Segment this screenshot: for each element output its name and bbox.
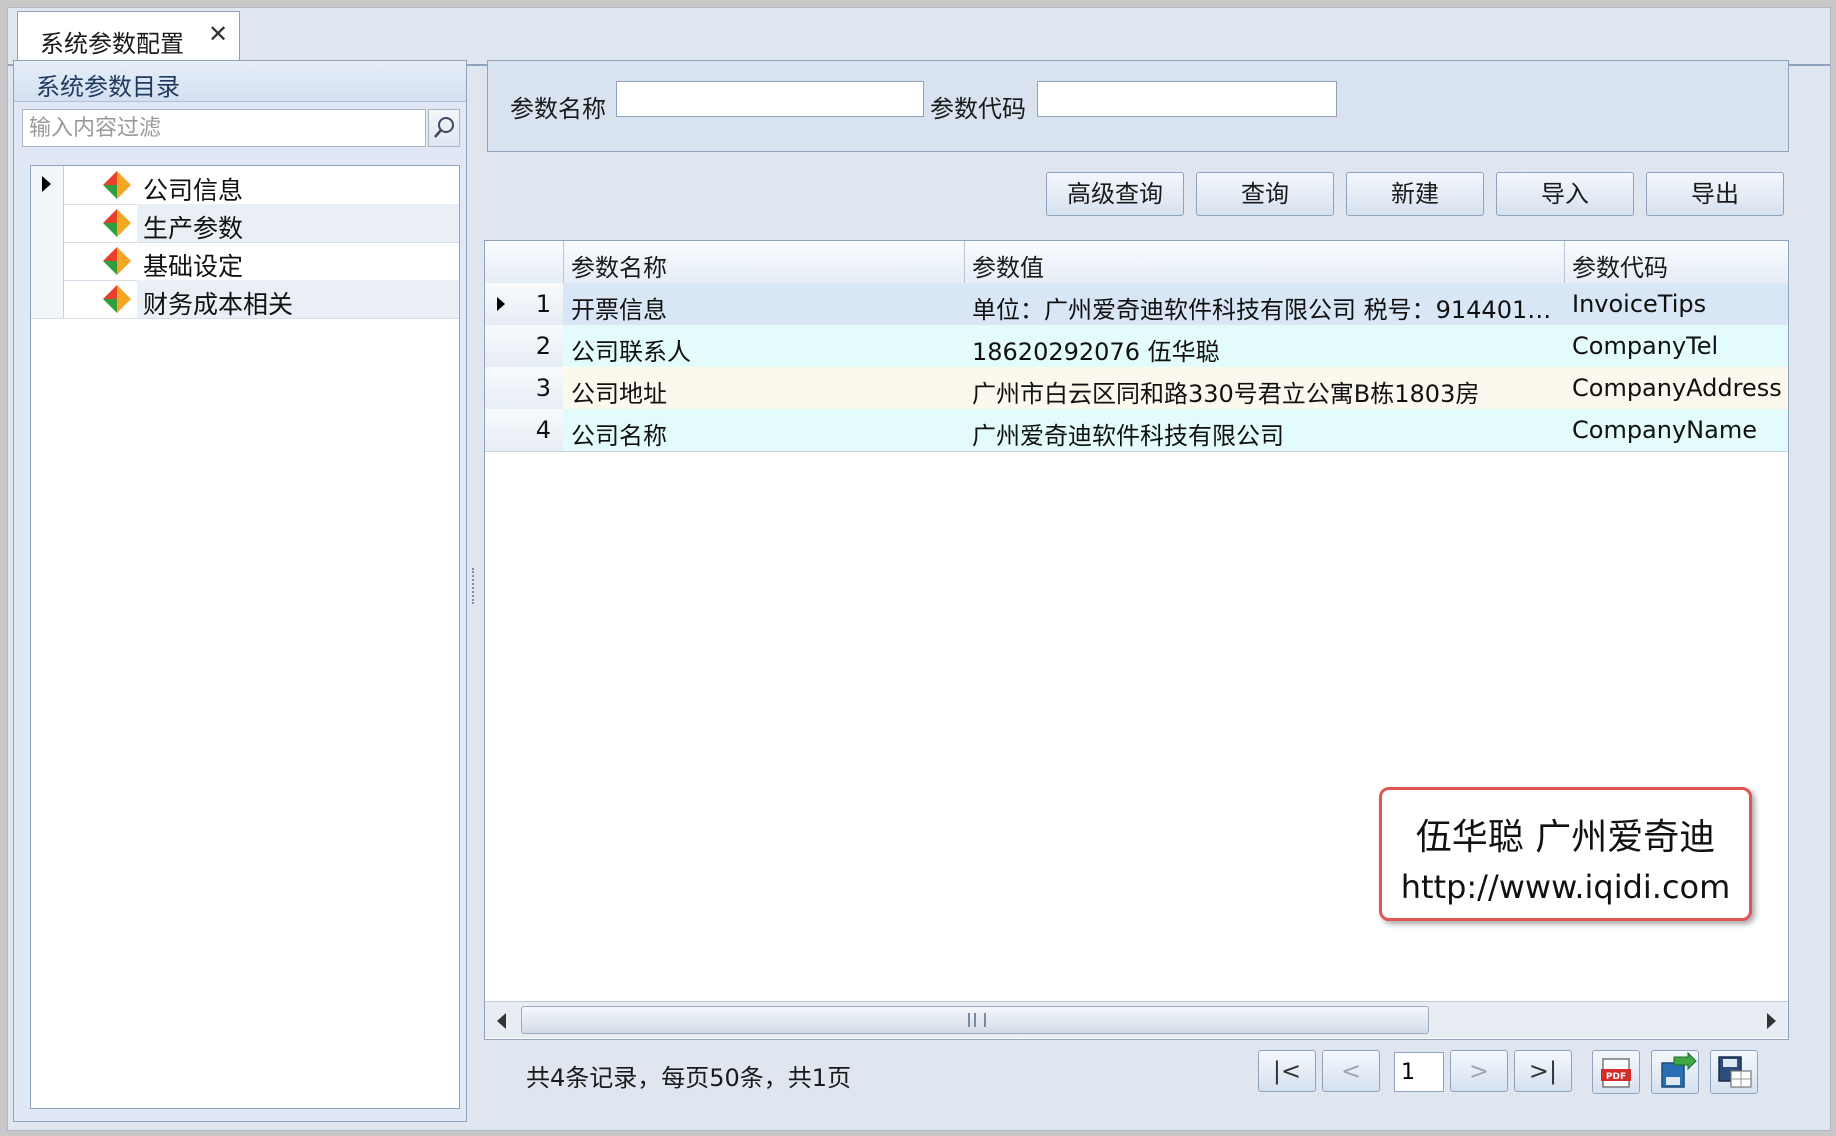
- tree-item-production-params[interactable]: 生产参数: [31, 204, 459, 243]
- pager-summary: 共4条记录，每页50条，共1页: [526, 1064, 852, 1092]
- current-row-arrow-icon: [42, 176, 51, 192]
- search-icon: [434, 117, 454, 138]
- param-code-label: 参数代码: [930, 95, 1026, 123]
- row-indicator: [31, 166, 64, 204]
- panel-splitter-handle[interactable]: [472, 568, 478, 604]
- export-button[interactable]: 导出: [1646, 172, 1784, 216]
- import-button[interactable]: 导入: [1496, 172, 1634, 216]
- cell-code[interactable]: CompanyName: [1564, 409, 1788, 451]
- row-header: 4: [485, 409, 564, 451]
- row-indicator: [31, 204, 64, 242]
- horizontal-scrollbar[interactable]: [485, 1001, 1788, 1038]
- row-header: 3: [485, 367, 564, 409]
- last-page-button[interactable]: >|: [1514, 1050, 1572, 1092]
- cell-name[interactable]: 公司名称: [563, 409, 965, 451]
- cell-value[interactable]: 18620292076 伍华聪: [964, 325, 1565, 367]
- scroll-right-icon[interactable]: [1767, 1013, 1776, 1029]
- export-arrow-icon: [1661, 1051, 1697, 1088]
- first-page-button[interactable]: |<: [1258, 1050, 1316, 1092]
- category-diamond-icon: [103, 209, 131, 237]
- scroll-left-icon[interactable]: [497, 1013, 506, 1029]
- cell-name[interactable]: 公司联系人: [563, 325, 965, 367]
- search-button[interactable]: [428, 109, 460, 147]
- pdf-icon: PDF: [1601, 1058, 1631, 1088]
- cell-code[interactable]: CompanyTel: [1564, 325, 1788, 367]
- query-button[interactable]: 查询: [1196, 172, 1334, 216]
- tab-system-params[interactable]: 系统参数配置 ✕: [17, 11, 240, 65]
- row-indicator: [31, 280, 64, 318]
- column-header-code[interactable]: 参数代码: [1564, 241, 1788, 283]
- page-number-input[interactable]: [1394, 1052, 1444, 1092]
- category-tree: 公司信息 生产参数 基础设定 财务成本相关: [30, 165, 460, 1109]
- row-header: 2: [485, 325, 564, 367]
- cell-code[interactable]: InvoiceTips: [1564, 283, 1788, 325]
- cell-value[interactable]: 广州市白云区同和路330号君立公寓B栋1803房: [964, 367, 1565, 409]
- table-row[interactable]: 1 开票信息 单位：广州爱奇迪软件科技有限公司 税号：914401… Invoi…: [485, 283, 1788, 326]
- grip-icon: [968, 1013, 986, 1027]
- close-icon[interactable]: ✕: [208, 20, 228, 48]
- advanced-query-button[interactable]: 高级查询: [1046, 172, 1184, 216]
- table-row[interactable]: 3 公司地址 广州市白云区同和路330号君立公寓B栋1803房 CompanyA…: [485, 367, 1788, 410]
- category-diamond-icon: [103, 285, 131, 313]
- export-pdf-button[interactable]: PDF: [1592, 1050, 1640, 1094]
- scrollbar-thumb[interactable]: [521, 1006, 1429, 1034]
- param-name-label: 参数名称: [510, 95, 606, 123]
- filter-input[interactable]: [22, 109, 426, 147]
- tree-item-basic-settings[interactable]: 基础设定: [31, 242, 459, 281]
- table-row[interactable]: 4 公司名称 广州爱奇迪软件科技有限公司 CompanyName: [485, 409, 1788, 452]
- param-name-input[interactable]: [616, 81, 924, 117]
- grid-corner: [485, 241, 564, 283]
- window-frame: 系统参数配置 ✕ 系统参数目录 公司信息 生产参数: [7, 7, 1831, 1131]
- watermark-url: http://www.iqidi.com: [1400, 868, 1731, 906]
- save-grid-icon: [1718, 1056, 1752, 1088]
- tab-label: 系统参数配置: [40, 30, 184, 58]
- grid-header: 参数名称 参数值 参数代码: [485, 241, 1788, 284]
- cell-code[interactable]: CompanyAddress: [1564, 367, 1788, 409]
- tree-item-label: 公司信息: [143, 176, 244, 205]
- param-code-input[interactable]: [1037, 81, 1337, 117]
- tree-item-company-info[interactable]: 公司信息: [31, 166, 459, 205]
- tree-item-finance-cost[interactable]: 财务成本相关: [31, 280, 459, 319]
- cell-value[interactable]: 广州爱奇迪软件科技有限公司: [964, 409, 1565, 451]
- category-diamond-icon: [103, 171, 131, 199]
- cell-name[interactable]: 公司地址: [563, 367, 965, 409]
- search-panel: 参数名称 参数代码: [487, 60, 1789, 152]
- column-header-name[interactable]: 参数名称: [563, 241, 965, 283]
- column-header-value[interactable]: 参数值: [964, 241, 1565, 283]
- new-button[interactable]: 新建: [1346, 172, 1484, 216]
- category-panel-header: 系统参数目录: [14, 61, 466, 102]
- tree-item-label: 财务成本相关: [143, 290, 294, 319]
- print-layout-button[interactable]: [1710, 1050, 1758, 1094]
- watermark-author: 伍华聪 广州爱奇迪: [1415, 817, 1716, 858]
- row-indicator: [31, 242, 64, 280]
- row-header: 1: [485, 283, 564, 325]
- prev-page-button[interactable]: <: [1322, 1050, 1380, 1092]
- cell-name[interactable]: 开票信息: [563, 283, 965, 325]
- category-diamond-icon: [103, 247, 131, 275]
- cell-value[interactable]: 单位：广州爱奇迪软件科技有限公司 税号：914401…: [964, 283, 1565, 325]
- tree-item-label: 生产参数: [143, 214, 244, 243]
- table-row[interactable]: 2 公司联系人 18620292076 伍华聪 CompanyTel: [485, 325, 1788, 368]
- export-file-button[interactable]: [1651, 1050, 1699, 1094]
- current-row-arrow-icon: [497, 297, 505, 311]
- category-panel: 系统参数目录 公司信息 生产参数 基础设: [13, 60, 467, 1122]
- category-panel-title: 系统参数目录: [36, 73, 180, 101]
- tree-item-label: 基础设定: [143, 252, 244, 281]
- author-watermark: 伍华聪 广州爱奇迪 http://www.iqidi.com: [1379, 787, 1752, 921]
- svg-text:PDF: PDF: [1606, 1072, 1626, 1082]
- next-page-button[interactable]: >: [1450, 1050, 1508, 1092]
